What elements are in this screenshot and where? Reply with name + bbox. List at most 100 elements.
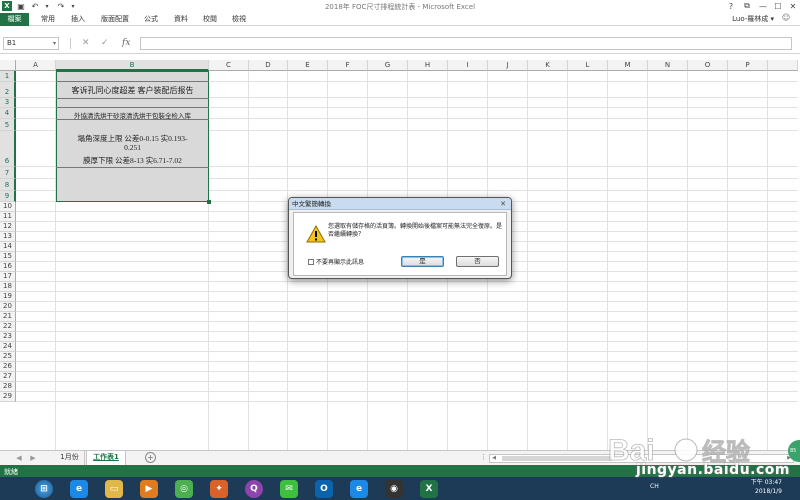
watermark-url: jingyan.baidu.com: [635, 462, 790, 478]
column-header-g[interactable]: G: [368, 60, 408, 71]
cancel-icon[interactable]: ✕: [82, 37, 90, 50]
column-header-p[interactable]: P: [728, 60, 768, 71]
cell-b6-line-2[interactable]: 0.251: [56, 143, 209, 152]
smiley-feedback-icon[interactable]: ☺: [780, 13, 792, 25]
column-header-partial[interactable]: [768, 60, 798, 71]
outlook-icon[interactable]: O: [315, 480, 333, 498]
column-header-e[interactable]: E: [288, 60, 328, 71]
row-header-4[interactable]: 4: [0, 108, 16, 119]
column-header-n[interactable]: N: [648, 60, 688, 71]
sheet-tab-january[interactable]: 1月份: [55, 451, 85, 465]
dont-show-label[interactable]: 不要再顯示此訊息: [316, 257, 364, 266]
excel-icon[interactable]: X: [420, 480, 438, 498]
app-q-icon[interactable]: Q: [245, 480, 263, 498]
ie-icon[interactable]: e: [70, 480, 88, 498]
column-header-m[interactable]: M: [608, 60, 648, 71]
tab-view[interactable]: 檢視: [229, 13, 249, 26]
row-header-10[interactable]: 10: [0, 202, 16, 212]
cell-b6-line-3[interactable]: 膜厚下限 公差8-13 实6.71-7.02: [56, 155, 209, 166]
column-header-l[interactable]: L: [568, 60, 608, 71]
row-header-18[interactable]: 18: [0, 282, 16, 292]
column-header-i[interactable]: I: [448, 60, 488, 71]
insert-function-icon[interactable]: fx: [122, 37, 130, 50]
scroll-left-icon[interactable]: ◀: [490, 455, 498, 462]
user-account[interactable]: Luo-羅林成 ▾: [732, 14, 774, 24]
tray-clock[interactable]: 下午 03:47 2018/1/9: [751, 478, 782, 496]
enter-icon[interactable]: ✓: [101, 37, 109, 50]
row-header-16[interactable]: 16: [0, 262, 16, 272]
add-sheet-button[interactable]: +: [145, 452, 156, 463]
start-icon[interactable]: ⊞: [35, 480, 53, 498]
row-header-23[interactable]: 23: [0, 332, 16, 342]
row-header-29[interactable]: 29: [0, 392, 16, 402]
tab-formulas[interactable]: 公式: [141, 13, 161, 26]
browser-icon[interactable]: ◎: [175, 480, 193, 498]
yes-button[interactable]: 是: [401, 256, 444, 267]
column-header-h[interactable]: H: [408, 60, 448, 71]
column-header-k[interactable]: K: [528, 60, 568, 71]
ribbon-display-icon[interactable]: ⧉: [740, 0, 754, 12]
row-header-20[interactable]: 20: [0, 302, 16, 312]
tray-language[interactable]: CH: [650, 483, 659, 490]
tab-page-layout[interactable]: 版面配置: [98, 13, 132, 26]
column-header-b[interactable]: B: [56, 60, 209, 71]
row-header-25[interactable]: 25: [0, 352, 16, 362]
row-header-12[interactable]: 12: [0, 222, 16, 232]
split-handle-icon[interactable]: ⋮: [480, 453, 487, 461]
row-header-13[interactable]: 13: [0, 232, 16, 242]
close-icon[interactable]: ✕: [786, 0, 800, 12]
row-header-24[interactable]: 24: [0, 342, 16, 352]
tab-data[interactable]: 資料: [171, 13, 191, 26]
folder-icon[interactable]: ▭: [105, 480, 123, 498]
sheet-nav-prev-icon[interactable]: ◀: [14, 453, 24, 464]
row-header-22[interactable]: 22: [0, 322, 16, 332]
dont-show-checkbox[interactable]: [308, 259, 314, 265]
row-header-21[interactable]: 21: [0, 312, 16, 322]
tab-insert[interactable]: 插入: [68, 13, 88, 26]
select-all-corner[interactable]: [0, 60, 16, 71]
camera-icon[interactable]: ◉: [385, 480, 403, 498]
row-header-7[interactable]: 7: [0, 167, 16, 179]
row-header-9[interactable]: 9: [0, 191, 16, 202]
column-header-f[interactable]: F: [328, 60, 368, 71]
fox-icon[interactable]: ✦: [210, 480, 228, 498]
no-button[interactable]: 否: [456, 256, 499, 267]
formula-input[interactable]: [140, 37, 792, 50]
fill-handle[interactable]: [207, 200, 211, 204]
row-header-14[interactable]: 14: [0, 242, 16, 252]
row-header-27[interactable]: 27: [0, 372, 16, 382]
chevron-down-icon[interactable]: ▾: [53, 38, 56, 49]
row-header-17[interactable]: 17: [0, 272, 16, 282]
ie2-icon[interactable]: e: [350, 480, 368, 498]
media-icon[interactable]: ▶: [140, 480, 158, 498]
dialog-close-icon[interactable]: ✕: [498, 199, 508, 209]
row-header-2[interactable]: 2: [0, 82, 16, 98]
row-header-1[interactable]: 1: [0, 71, 16, 82]
column-header-j[interactable]: J: [488, 60, 528, 71]
row-header-6[interactable]: 6: [0, 131, 16, 167]
sheet-tab-sheet1[interactable]: 工作表1: [86, 451, 126, 465]
column-header-c[interactable]: C: [209, 60, 249, 71]
column-header-d[interactable]: D: [249, 60, 288, 71]
maximize-icon[interactable]: ☐: [771, 0, 785, 12]
row-header-3[interactable]: 3: [0, 98, 16, 108]
cell-b2[interactable]: 客诉孔同心度超差 客户装配后报告: [56, 85, 209, 96]
column-header-a[interactable]: A: [16, 60, 56, 71]
row-header-19[interactable]: 19: [0, 292, 16, 302]
tab-review[interactable]: 校閱: [200, 13, 220, 26]
wechat-icon[interactable]: ✉: [280, 480, 298, 498]
sheet-nav-next-icon[interactable]: ▶: [28, 453, 38, 464]
tab-home[interactable]: 常用: [38, 13, 58, 26]
row-header-26[interactable]: 26: [0, 362, 16, 372]
column-header-o[interactable]: O: [688, 60, 728, 71]
minimize-icon[interactable]: —: [756, 0, 770, 12]
row-header-11[interactable]: 11: [0, 212, 16, 222]
row-header-28[interactable]: 28: [0, 382, 16, 392]
row-header-8[interactable]: 8: [0, 179, 16, 191]
name-box[interactable]: B1 ▾: [3, 37, 59, 50]
tab-file[interactable]: 檔案: [0, 13, 29, 26]
row-header-15[interactable]: 15: [0, 252, 16, 262]
row-header-5[interactable]: 5: [0, 119, 16, 131]
help-icon[interactable]: ?: [724, 0, 738, 12]
scroll-thumb[interactable]: [502, 456, 612, 461]
